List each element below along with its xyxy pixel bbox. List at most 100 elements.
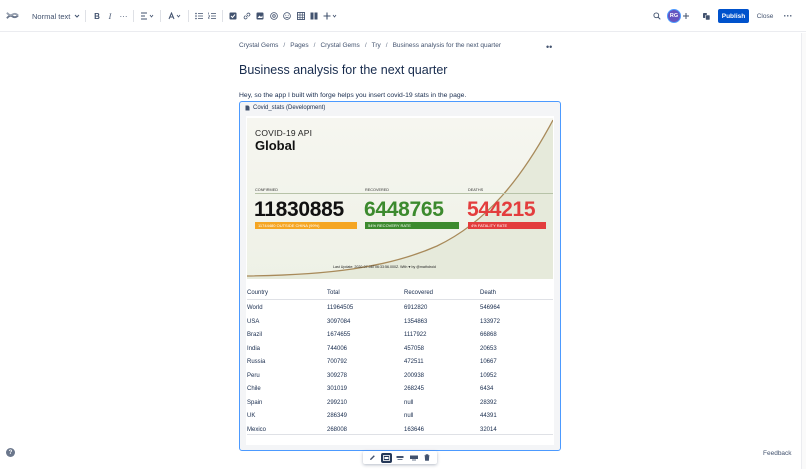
toolbar-divider (133, 10, 134, 22)
layout-inline-icon[interactable] (380, 452, 392, 463)
breadcrumb-item[interactable]: Pages (290, 42, 308, 49)
table-row: UK 286349 null 44391 (247, 411, 553, 425)
table-cell: 1354863 (404, 318, 428, 325)
layout-full-width-icon[interactable] (408, 453, 419, 463)
table-cell: 1674655 (327, 332, 351, 338)
avatar[interactable]: RG (667, 9, 681, 23)
close-button[interactable]: Close (754, 9, 776, 23)
emoji-icon[interactable] (283, 8, 291, 24)
table-cell: Spain (247, 399, 263, 406)
task-checkbox-icon[interactable] (229, 8, 237, 24)
table-cell: 301019 (327, 386, 348, 392)
deaths-label: DEATHS (468, 188, 484, 192)
image-icon[interactable] (256, 8, 264, 24)
table-cell: 299210 (327, 399, 348, 406)
table-cell: 268008 (327, 426, 348, 433)
help-icon[interactable]: ? (6, 448, 15, 457)
covid-stats-image: COVID-19 API Global CONFIRMED RECOVERED … (247, 118, 553, 279)
table-cell: 744006 (327, 345, 348, 352)
deaths-count: 544215 (467, 198, 536, 221)
numbered-list-icon[interactable] (208, 8, 216, 24)
publish-button[interactable]: Publish (718, 9, 749, 23)
table-cell: Chile (247, 386, 261, 392)
bullet-list-icon[interactable] (195, 8, 203, 24)
text-style-label: Normal text (32, 11, 71, 21)
confluence-logo-icon[interactable] (6, 9, 19, 22)
breadcrumb-separator: / (385, 42, 388, 49)
table-body: World 11964505 6912820 546964 USA 3097084 1354… (247, 303, 553, 438)
table-cell: 44391 (480, 413, 497, 419)
table-icon[interactable] (297, 8, 305, 24)
toolbar-divider (188, 10, 189, 22)
table-cell: 457058 (404, 345, 425, 352)
table-cell: 28392 (480, 399, 497, 406)
italic-icon[interactable]: I (106, 8, 114, 24)
table-cell: 10667 (480, 359, 497, 365)
table-cell: Peru (247, 372, 260, 379)
confirmed-label: CONFIRMED (255, 188, 278, 192)
restrictions-lock-icon[interactable] (702, 8, 711, 24)
deaths-bar: 4% FATALITY RATE (468, 222, 546, 229)
toolbar-divider (160, 10, 161, 22)
table-cell: Brazil (247, 332, 263, 338)
insert-more-icon[interactable] (323, 8, 337, 24)
link-icon[interactable] (243, 8, 251, 24)
feedback-link[interactable]: Feedback (763, 450, 792, 457)
table-header: Total (327, 290, 340, 296)
table-cell: 11964505 (327, 305, 354, 311)
chevron-down-icon (74, 14, 80, 18)
table-cell: 6434 (480, 386, 494, 392)
table-cell: 546964 (480, 305, 501, 311)
macro-header: Covid_stats (Development) (245, 105, 325, 111)
covid-stats-macro[interactable]: Covid_stats (Development) COVID-19 API G… (239, 101, 561, 451)
table-cell: Russia (247, 359, 266, 365)
table-row: USA 3097084 1354863 133972 (247, 317, 553, 331)
breadcrumb-item[interactable]: Business analysis for the next quarter (393, 42, 501, 49)
table-header-row: Country Total Recovered Death (247, 288, 553, 300)
invite-plus-icon[interactable] (682, 8, 690, 24)
recovered-count: 6448765 (364, 198, 444, 221)
table-cell: 1117922 (404, 332, 427, 338)
table-row: Chile 301019 268245 6434 (247, 384, 553, 398)
layout-columns-icon[interactable] (310, 8, 318, 24)
page-title[interactable]: Business analysis for the next quarter (239, 63, 447, 77)
bold-icon[interactable]: B (93, 8, 101, 24)
table-cell: 133972 (480, 318, 501, 325)
scrollbar[interactable] (801, 33, 806, 469)
edit-pencil-icon[interactable] (367, 453, 378, 463)
layout-wide-icon[interactable] (394, 453, 405, 463)
covid-table: Country Total Recovered Death World 11964… (247, 288, 553, 438)
page-actions-icon[interactable]: •• (546, 42, 552, 52)
table-cell: 20653 (480, 345, 497, 352)
table-row: Peru 309278 200938 10952 (247, 371, 553, 385)
alignment-icon[interactable] (140, 8, 154, 24)
search-icon[interactable] (652, 8, 661, 24)
breadcrumb-item[interactable]: Try (372, 42, 381, 49)
breadcrumb-item[interactable]: Crystal Gems (320, 42, 359, 49)
table-row: Russia 700792 472511 10667 (247, 357, 553, 371)
last-update-text: Last Update: 2020-07-08T06:33:56.000Z. W… (333, 265, 436, 269)
breadcrumb-separator: / (313, 42, 316, 49)
more-formatting-icon[interactable]: ··· (119, 8, 128, 24)
breadcrumb-separator: / (364, 42, 367, 49)
table-cell: UK (247, 413, 256, 419)
table-cell: 3097084 (327, 318, 351, 325)
table-cell: null (404, 413, 414, 419)
table-cell: 32014 (480, 426, 497, 433)
table-cell: Mexico (247, 426, 267, 433)
delete-trash-icon[interactable] (422, 453, 433, 463)
covid-region: Global (255, 138, 296, 153)
table-cell: 10952 (480, 372, 497, 379)
mention-icon[interactable] (270, 8, 278, 24)
breadcrumb-item[interactable]: Crystal Gems (239, 42, 278, 49)
more-options-icon[interactable]: ··· (783, 8, 793, 24)
table-cell: 163646 (404, 426, 425, 433)
table-cell: 309278 (327, 372, 348, 379)
breadcrumb: Crystal Gems / Pages / Crystal Gems / Try / … (239, 42, 501, 49)
macro-floating-toolbar (363, 451, 437, 464)
text-color-icon[interactable] (167, 8, 181, 24)
table-row: World 11964505 6912820 546964 (247, 303, 553, 317)
intro-paragraph[interactable]: Hey, so the app I built with forge helps… (239, 92, 466, 99)
text-style-dropdown[interactable]: Normal text (32, 8, 80, 24)
table-header: Recovered (404, 290, 434, 296)
